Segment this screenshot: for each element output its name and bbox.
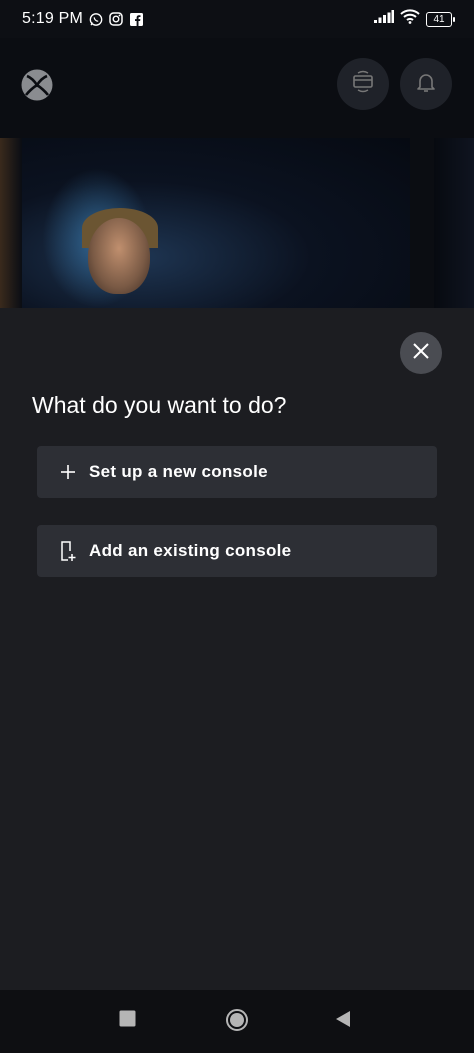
close-icon xyxy=(412,342,430,365)
add-existing-console-button[interactable]: Add an existing console xyxy=(37,525,437,577)
status-time: 5:19 PM xyxy=(22,10,83,27)
hero-figure-face xyxy=(88,218,150,294)
back-triangle-icon xyxy=(335,1010,351,1033)
status-bar: 5:19 PM 41 xyxy=(0,0,474,38)
instagram-icon xyxy=(109,12,123,26)
whatsapp-icon xyxy=(89,12,103,26)
facebook-icon xyxy=(129,12,143,26)
action-sheet: What do you want to do? Set up a new con… xyxy=(0,308,474,990)
status-left: 5:19 PM xyxy=(22,10,143,28)
option-label: Add an existing console xyxy=(89,541,292,560)
notifications-bell-icon xyxy=(414,70,438,99)
battery-icon: 41 xyxy=(426,11,455,27)
remote-play-button[interactable] xyxy=(337,58,389,110)
home-button[interactable] xyxy=(225,1008,249,1037)
navigation-bar xyxy=(0,990,474,1053)
option-label: Set up a new console xyxy=(89,462,268,481)
set-up-new-console-button[interactable]: Set up a new console xyxy=(37,446,437,498)
status-right: 41 xyxy=(374,9,455,29)
sheet-title: What do you want to do? xyxy=(32,392,287,418)
remote-play-icon xyxy=(350,69,376,100)
side-artwork-right xyxy=(434,138,474,308)
hero-banner-image[interactable] xyxy=(22,138,410,308)
xbox-logo-icon[interactable] xyxy=(20,68,54,102)
recents-button[interactable] xyxy=(119,1010,136,1032)
console-add-icon xyxy=(59,540,77,562)
home-circle-icon xyxy=(225,1008,249,1037)
recents-square-icon xyxy=(119,1010,136,1032)
plus-icon xyxy=(59,461,77,483)
signal-icon xyxy=(374,10,394,28)
wifi-icon xyxy=(400,9,420,29)
background-app xyxy=(0,38,474,308)
close-button[interactable] xyxy=(400,332,442,374)
side-artwork-left xyxy=(0,138,22,308)
back-button[interactable] xyxy=(335,1010,351,1033)
notifications-button[interactable] xyxy=(400,58,452,110)
